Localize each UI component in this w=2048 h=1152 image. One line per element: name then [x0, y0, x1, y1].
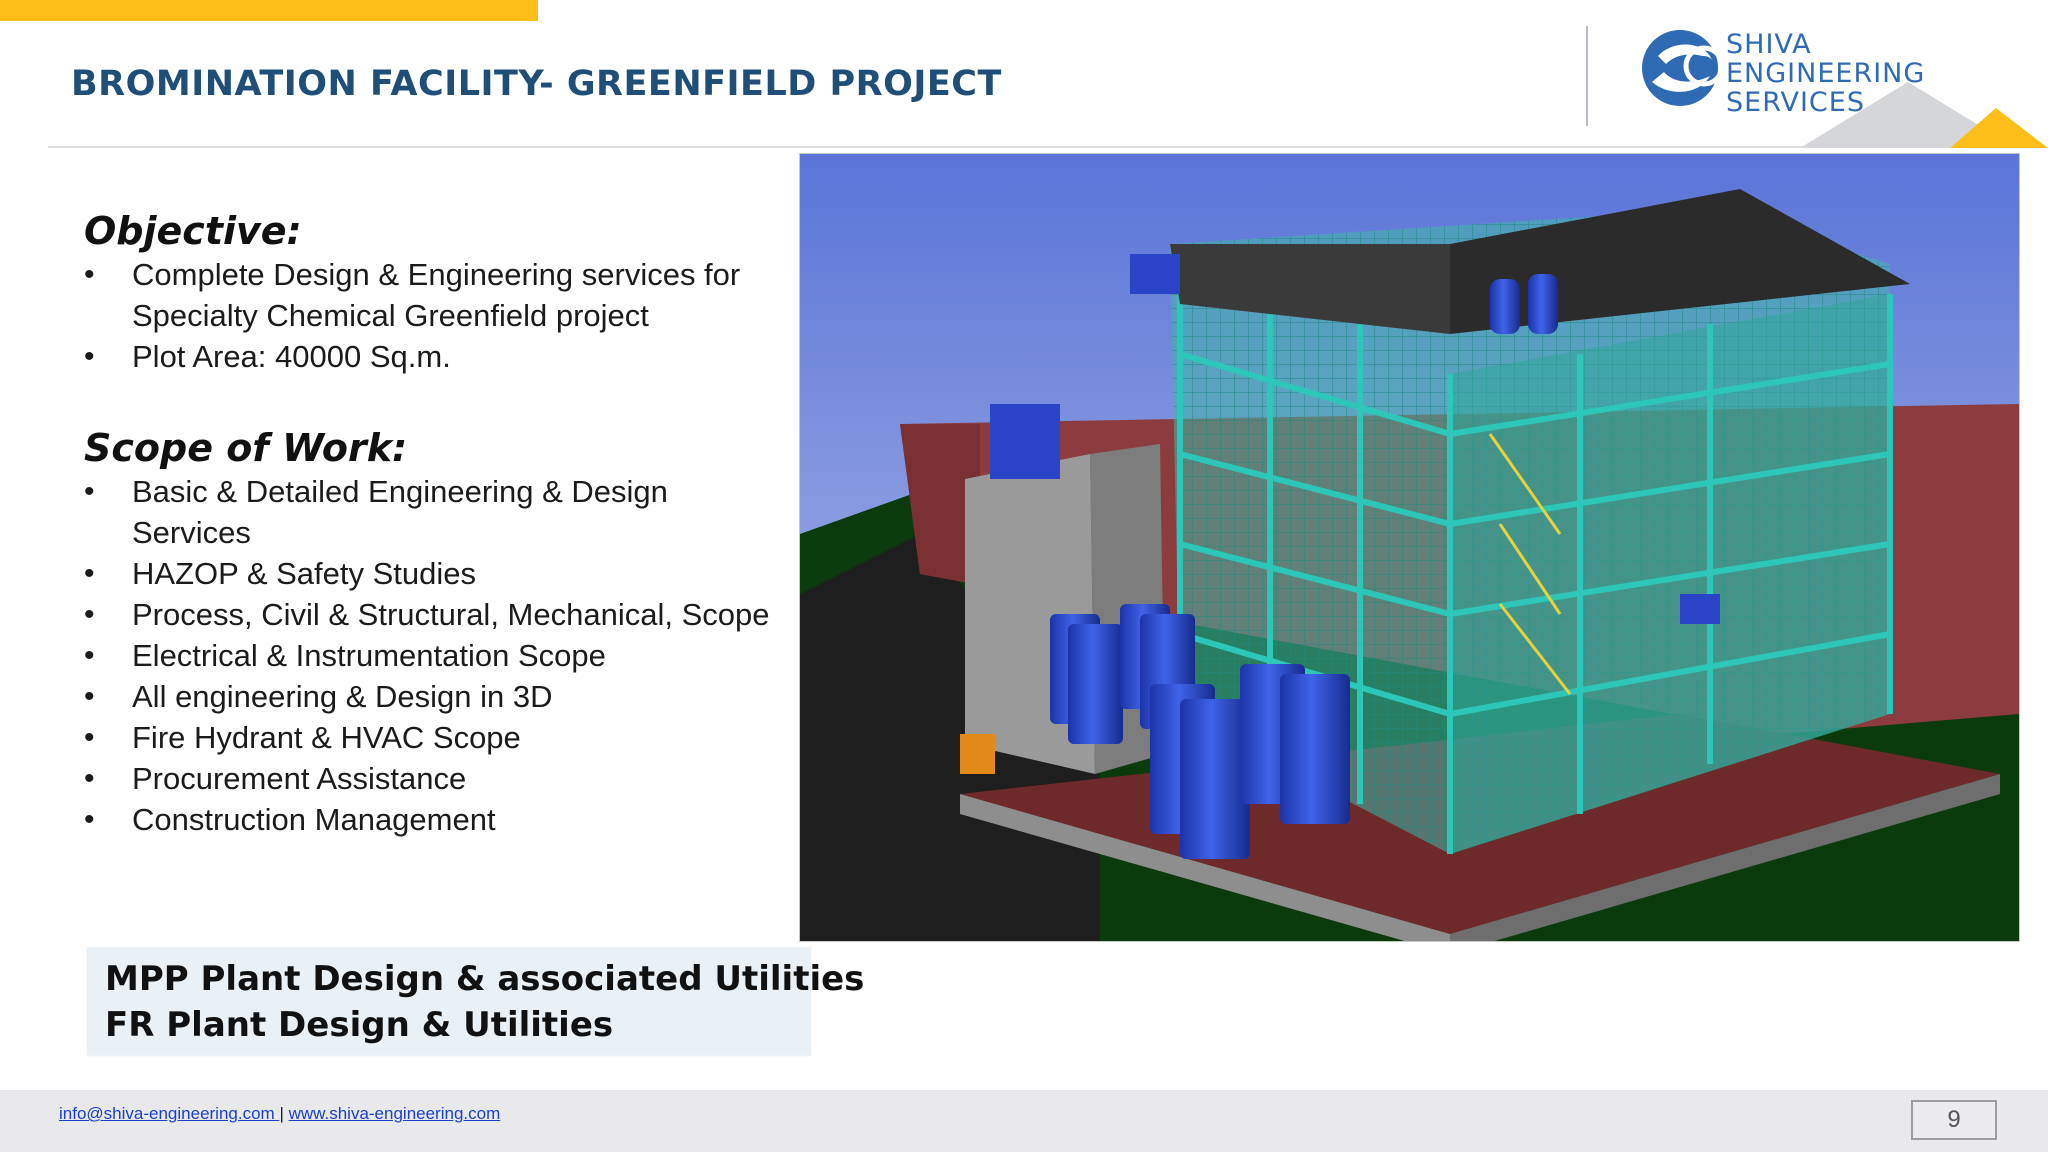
- logo-divider: [1586, 26, 1588, 126]
- list-item-text: Complete Design & Engineering services f…: [132, 257, 741, 333]
- list-item-text: All engineering & Design in 3D: [132, 679, 553, 714]
- callout-line: MPP Plant Design & associated Utilities: [105, 959, 865, 999]
- list-item-text: Process, Civil & Structural, Mechanical,…: [132, 597, 770, 632]
- scope-heading: Scope of Work:: [84, 426, 408, 470]
- list-item: • Construction Management: [84, 799, 784, 840]
- callout-line: FR Plant Design & Utilities: [105, 1005, 614, 1045]
- bullet-icon: •: [84, 598, 95, 631]
- bullet-icon: •: [84, 258, 95, 291]
- list-item: • Fire Hydrant & HVAC Scope: [84, 717, 784, 758]
- footer-separator: |: [279, 1104, 284, 1123]
- objective-heading: Objective:: [84, 209, 302, 253]
- list-item-text: HAZOP & Safety Studies: [132, 556, 477, 591]
- bullet-icon: •: [84, 475, 95, 508]
- objective-list: • Complete Design & Engineering services …: [84, 254, 784, 377]
- bullet-icon: •: [84, 803, 95, 836]
- footer-links: info@shiva-engineering.com | www.shiva-e…: [59, 1104, 500, 1124]
- list-item-text: Plot Area: 40000 Sq.m.: [132, 339, 451, 374]
- list-item-text: Fire Hydrant & HVAC Scope: [132, 720, 521, 755]
- highlight-callout: MPP Plant Design & associated Utilities …: [87, 947, 865, 1055]
- list-item: • HAZOP & Safety Studies: [84, 553, 784, 594]
- list-item: • Basic & Detailed Engineering & Design S…: [84, 471, 784, 553]
- list-item-text: Procurement Assistance: [132, 761, 467, 796]
- list-item-text: Construction Management: [132, 802, 496, 837]
- bullet-icon: •: [84, 557, 95, 590]
- email-link[interactable]: info@shiva-engineering.com: [59, 1104, 279, 1123]
- content-column: Objective: • Complete Design & Engineerin…: [84, 208, 784, 840]
- logo-line: SHIVA: [1726, 29, 1812, 60]
- bullet-icon: •: [84, 721, 95, 754]
- plant-render-svg: [800, 154, 2019, 941]
- page-title: BROMINATION FACILITY- GREENFIELD PROJECT: [71, 64, 1002, 104]
- header-divider: [48, 146, 2032, 148]
- list-item: • Complete Design & Engineering services …: [84, 254, 784, 336]
- bullet-icon: •: [84, 680, 95, 713]
- list-item-text: Electrical & Instrumentation Scope: [132, 638, 606, 673]
- plant-3d-model-render: [799, 153, 2020, 942]
- list-item: • Electrical & Instrumentation Scope: [84, 635, 784, 676]
- bullet-icon: •: [84, 639, 95, 672]
- list-item: • Procurement Assistance: [84, 758, 784, 799]
- list-item: • All engineering & Design in 3D: [84, 676, 784, 717]
- scope-list: • Basic & Detailed Engineering & Design S…: [84, 471, 784, 840]
- website-link[interactable]: www.shiva-engineering.com: [289, 1104, 501, 1123]
- bullet-icon: •: [84, 340, 95, 373]
- list-item: • Plot Area: 40000 Sq.m.: [84, 336, 784, 377]
- page-number: 9: [1911, 1100, 1997, 1140]
- bullet-icon: •: [84, 762, 95, 795]
- header-accent-bar: [0, 0, 538, 21]
- list-item-text: Basic & Detailed Engineering & Design Se…: [132, 474, 668, 550]
- logo-mountain-decoration: [1800, 82, 2048, 148]
- list-item: • Process, Civil & Structural, Mechanical…: [84, 594, 784, 635]
